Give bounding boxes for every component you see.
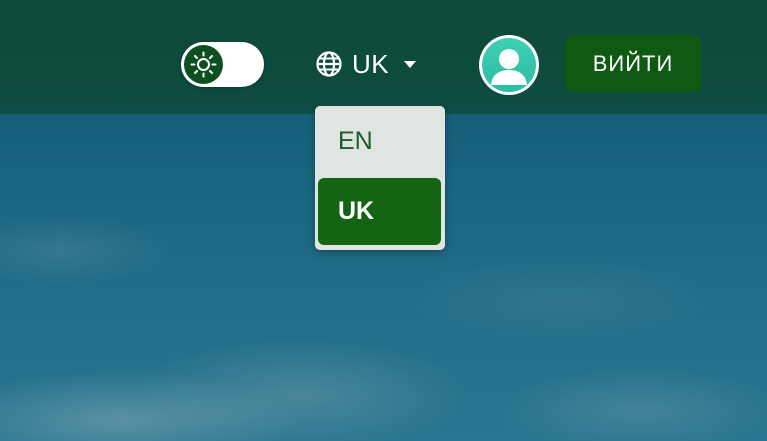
logout-button[interactable]: ВИЙТИ	[565, 35, 701, 92]
sun-icon	[190, 51, 217, 78]
theme-toggle-knob	[184, 45, 223, 84]
avatar-circle	[482, 38, 536, 92]
caret-down-icon	[404, 60, 417, 68]
globe-icon	[316, 51, 342, 77]
current-language-label: UK	[352, 48, 390, 79]
top-bar: UK ВИЙТИ	[0, 0, 767, 114]
language-option-uk[interactable]: UK	[318, 178, 441, 245]
language-option-en[interactable]: EN	[318, 108, 441, 175]
theme-toggle[interactable]	[181, 42, 264, 87]
user-avatar[interactable]	[479, 35, 539, 95]
user-icon	[491, 49, 527, 85]
language-dropdown-menu: EN UK	[315, 106, 445, 250]
language-selector[interactable]: UK	[316, 46, 417, 82]
